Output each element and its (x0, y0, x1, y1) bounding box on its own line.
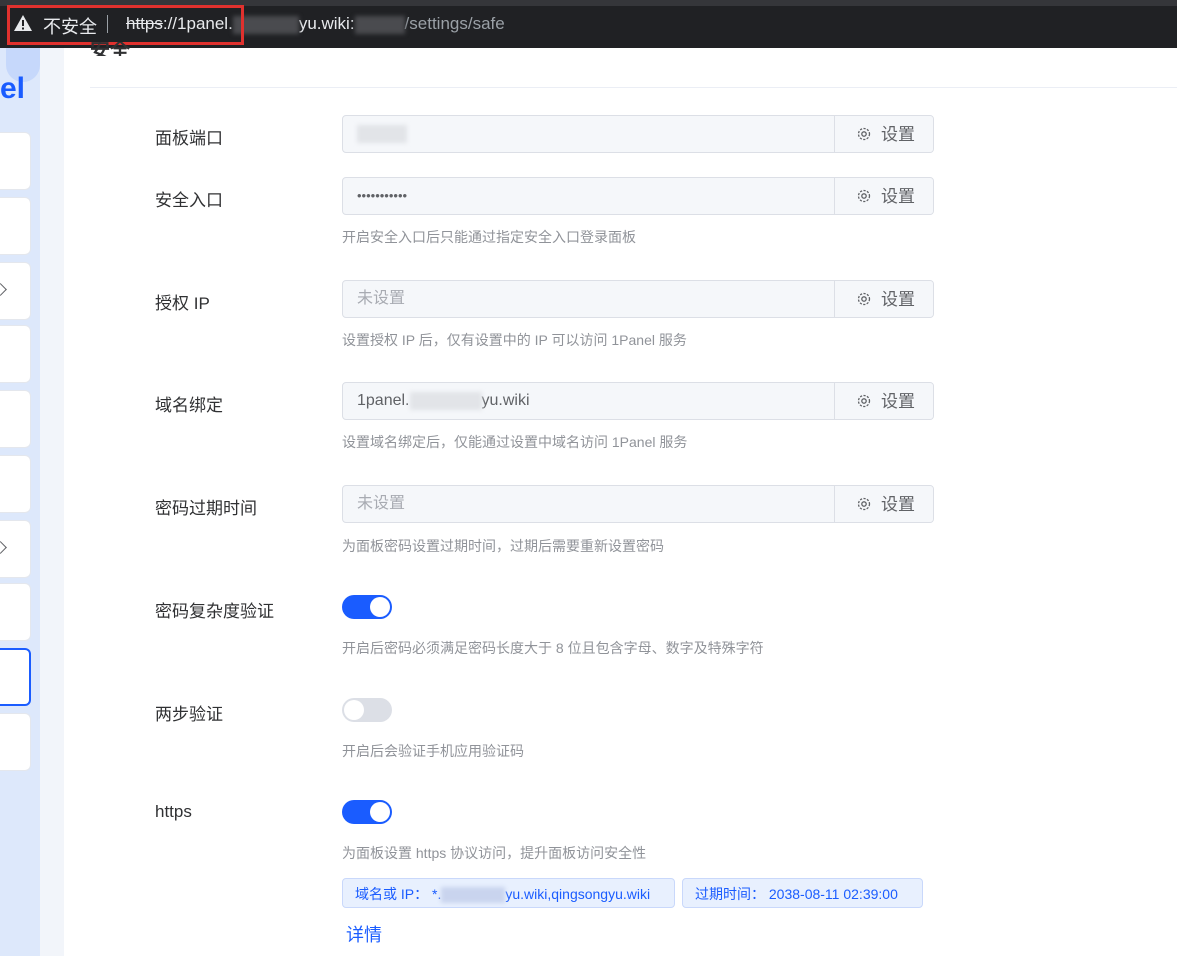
content-gutter (40, 48, 64, 956)
set-button-label: 设置 (881, 125, 915, 144)
security-entrance-help: 开启安全入口后只能通过指定安全入口登录面板 (342, 229, 636, 245)
allowed-ip-help: 设置授权 IP 后，仅有设置中的 IP 可以访问 1Panel 服务 (342, 332, 687, 348)
domain-binding-help: 设置域名绑定后，仅能通过设置中域名访问 1Panel 服务 (342, 434, 688, 450)
domain-binding-label: 域名绑定 (155, 396, 223, 415)
set-button-label: 设置 (881, 495, 915, 514)
password-expiry-help: 为面板密码设置过期时间，过期后需要重新设置密码 (342, 538, 664, 554)
panel-port-set-button[interactable]: 设置 (834, 116, 933, 152)
https-toggle[interactable] (342, 800, 392, 824)
set-button-label: 设置 (881, 392, 915, 411)
domain-prefix: 1panel. (357, 392, 410, 409)
allowed-ip-label: 授权 IP (155, 294, 210, 313)
password-complexity-label: 密码复杂度验证 (155, 602, 274, 621)
domain-binding-field[interactable]: 1panel. yu.wiki (343, 383, 834, 419)
sidebar-item[interactable] (0, 455, 31, 513)
sidebar-item[interactable] (0, 325, 31, 383)
https-domain-tag: 域名或 IP： *. yu.wiki,qingsongyu.wiki (342, 878, 675, 908)
two-factor-toggle[interactable] (342, 698, 392, 722)
logo: el (0, 72, 26, 105)
password-expiry-input-group: 未设置 设置 (342, 485, 934, 523)
https-expiry-tag: 过期时间： 2038-08-11 02:39:00 (682, 878, 923, 908)
url-host-mid: yu.wiki: (298, 14, 355, 33)
set-button-label: 设置 (881, 187, 915, 206)
security-entrance-input-group: ••••••••••• 设置 (342, 177, 934, 215)
redacted-domain (409, 391, 482, 410)
security-entrance-set-button[interactable]: 设置 (834, 178, 933, 214)
panel-port-label: 面板端口 (155, 129, 223, 148)
redacted-domain (441, 887, 506, 904)
sidebar-item-settings[interactable] (0, 648, 31, 706)
sidebar-item[interactable] (0, 132, 31, 190)
toggle-knob (344, 700, 364, 720)
sidebar-item[interactable] (0, 197, 31, 255)
sidebar-item[interactable] (0, 390, 31, 448)
panel-port-input-group: 设置 (342, 115, 934, 153)
sidebar: el (0, 48, 40, 956)
password-expiry-set-button[interactable]: 设置 (834, 486, 933, 522)
password-complexity-toggle[interactable] (342, 595, 392, 619)
set-button-label: 设置 (881, 290, 915, 309)
two-factor-help: 开启后会验证手机应用验证码 (342, 743, 524, 759)
sidebar-item[interactable] (0, 262, 31, 320)
allowed-ip-set-button[interactable]: 设置 (834, 281, 933, 317)
redacted-port-value (357, 124, 407, 143)
page-title: 安全 (90, 42, 130, 56)
password-expiry-label: 密码过期时间 (155, 499, 257, 518)
gear-icon (857, 292, 871, 306)
domain-tag-suffix: yu.wiki,qingsongyu.wiki (505, 886, 651, 902)
password-complexity-help: 开启后密码必须满足密码长度大于 8 位且包含字母、数字及特殊字符 (342, 640, 764, 656)
https-label: https (155, 802, 192, 821)
toggle-knob (370, 597, 390, 617)
domain-tag-prefix: 域名或 IP： *. (355, 886, 442, 902)
https-details-link[interactable]: 详情 (346, 921, 382, 947)
sidebar-item[interactable] (0, 583, 31, 641)
gear-icon (857, 189, 871, 203)
password-expiry-field[interactable]: 未设置 (343, 486, 834, 522)
browser-address-bar[interactable]: 不安全 https://1panel. yu.wiki:/settings/saf… (0, 0, 1177, 48)
allowed-ip-field[interactable]: 未设置 (343, 281, 834, 317)
two-factor-label: 两步验证 (155, 705, 223, 724)
sidebar-item[interactable] (0, 713, 31, 771)
allowed-ip-input-group: 未设置 设置 (342, 280, 934, 318)
domain-binding-set-button[interactable]: 设置 (834, 383, 933, 419)
domain-suffix: yu.wiki (481, 392, 530, 409)
gear-icon (857, 497, 871, 511)
domain-binding-input-group: 1panel. yu.wiki 设置 (342, 382, 934, 420)
divider (90, 87, 1177, 88)
gear-icon (857, 127, 871, 141)
https-help: 为面板设置 https 协议访问，提升面板访问安全性 (342, 845, 647, 861)
sidebar-item[interactable] (0, 520, 31, 578)
panel-port-field[interactable] (343, 116, 834, 152)
gear-icon (857, 394, 871, 408)
chevron-icon (0, 283, 7, 296)
security-entrance-label: 安全入口 (155, 191, 223, 210)
highlight-box (7, 5, 244, 45)
security-entrance-field[interactable]: ••••••••••• (343, 178, 834, 214)
redacted-port (354, 15, 405, 34)
toggle-knob (370, 802, 390, 822)
url-path: /settings/safe (404, 14, 505, 33)
chevron-icon (0, 541, 7, 554)
